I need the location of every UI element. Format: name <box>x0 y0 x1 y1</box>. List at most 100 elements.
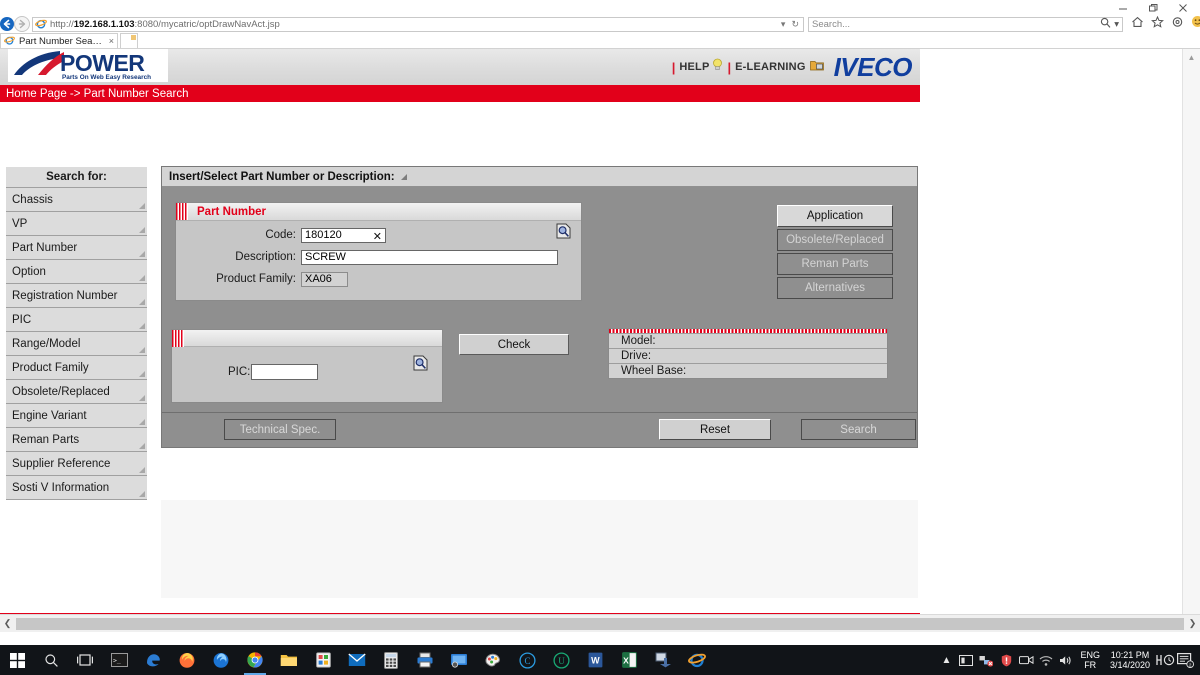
tab-favicon-icon <box>4 35 16 47</box>
sidebar-item-range-model[interactable]: Range/Model <box>6 332 147 356</box>
chevron-up-icon[interactable]: ▲ <box>936 645 956 675</box>
sidebar-item-vp[interactable]: VP <box>6 212 147 236</box>
clear-code-icon[interactable]: ✕ <box>373 229 382 244</box>
download-icon[interactable] <box>646 645 680 675</box>
restore-icon[interactable] <box>1138 0 1168 16</box>
copyright-app-icon[interactable]: C <box>510 645 544 675</box>
horizontal-scroll-thumb[interactable] <box>16 618 1184 630</box>
calculator-icon[interactable] <box>374 645 408 675</box>
product-family-input[interactable]: XA06 <box>301 272 348 287</box>
sidebar-title: Search for: <box>6 167 147 188</box>
camera-icon[interactable] <box>1016 645 1036 675</box>
paint-icon[interactable] <box>476 645 510 675</box>
technical-spec-button: Technical Spec. <box>224 419 336 440</box>
favorites-icon[interactable] <box>1151 15 1164 33</box>
excel-icon[interactable]: X <box>612 645 646 675</box>
sidebar-item-part-number[interactable]: Part Number <box>6 236 147 260</box>
meet-now-icon[interactable] <box>1156 645 1176 675</box>
sidebar-item-registration-number[interactable]: Registration Number <box>6 284 147 308</box>
printer-icon[interactable] <box>408 645 442 675</box>
scroll-left-icon[interactable]: ❮ <box>0 615 15 632</box>
elearning-icon <box>810 58 824 76</box>
collapse-triangle-icon[interactable] <box>401 174 407 180</box>
tab-part-number-search[interactable]: Part Number Search × <box>0 33 118 48</box>
refresh-icon[interactable]: ↻ <box>791 19 799 30</box>
mail-icon[interactable] <box>340 645 374 675</box>
sidebar-item-sosti-v-information[interactable]: Sosti V Information <box>6 476 147 500</box>
notifications-icon[interactable]: 2 <box>1176 645 1196 675</box>
language-line-1: ENG <box>1080 650 1100 660</box>
horizontal-scrollbar[interactable]: ❮ ❯ <box>0 614 1200 632</box>
sidebar-item-reman-parts[interactable]: Reman Parts <box>6 428 147 452</box>
chrome-icon[interactable] <box>238 645 272 675</box>
svg-text:C: C <box>524 656 530 666</box>
breadcrumb[interactable]: Home Page -> Part Number Search <box>6 88 188 100</box>
application-button[interactable]: Application <box>777 205 893 227</box>
network-icon[interactable] <box>976 645 996 675</box>
help-link[interactable]: HELP <box>679 61 709 73</box>
svg-text:>_: >_ <box>113 657 121 665</box>
close-icon[interactable] <box>1168 0 1198 16</box>
screen: http://192.168.1.103:8080/mycatric/optDr… <box>0 0 1200 675</box>
sidebar-item-chassis[interactable]: Chassis <box>6 188 147 212</box>
wifi-icon[interactable] <box>1036 645 1056 675</box>
scroll-right-icon[interactable]: ❯ <box>1185 615 1200 632</box>
new-tab-button[interactable] <box>120 33 138 48</box>
clock[interactable]: 10:21 PM 3/14/2020 <box>1104 645 1156 675</box>
panel-title-bar: Insert/Select Part Number or Description… <box>162 167 917 187</box>
elearning-link[interactable]: E-LEARNING <box>735 61 805 73</box>
security-icon[interactable] <box>996 645 1016 675</box>
language-indicator[interactable]: ENG FR <box>1076 645 1104 675</box>
edge-icon[interactable] <box>136 645 170 675</box>
volume-icon[interactable] <box>1056 645 1076 675</box>
scroll-up-icon[interactable]: ▲ <box>1183 49 1200 66</box>
waterfox-icon[interactable] <box>204 645 238 675</box>
firefox-icon[interactable] <box>170 645 204 675</box>
search-input[interactable]: Search... ▾ <box>808 17 1123 32</box>
code-input[interactable]: 180120 ✕ <box>301 228 386 243</box>
sidebar-item-pic[interactable]: PIC <box>6 308 147 332</box>
file-explorer-icon[interactable] <box>272 645 306 675</box>
search-panel: Insert/Select Part Number or Description… <box>161 166 918 448</box>
pic-lookup-magnifier-icon[interactable] <box>413 355 428 376</box>
svg-text:POWER: POWER <box>60 50 145 76</box>
sidebar-item-supplier-reference[interactable]: Supplier Reference <box>6 452 147 476</box>
minimize-icon[interactable] <box>1108 0 1138 16</box>
word-icon[interactable]: W <box>578 645 612 675</box>
svg-text:U: U <box>558 656 565 666</box>
sidebar-item-label: Option <box>12 266 46 278</box>
start-icon[interactable] <box>0 645 34 675</box>
sidebar-item-obsolete-replaced[interactable]: Obsolete/Replaced <box>6 380 147 404</box>
terminal-icon[interactable]: >_ <box>102 645 136 675</box>
description-input[interactable]: SCREW <box>301 250 558 265</box>
sidebar-item-engine-variant[interactable]: Engine Variant <box>6 404 147 428</box>
smiley-icon[interactable] <box>1191 15 1200 33</box>
iexplore-icon[interactable] <box>680 645 714 675</box>
code-lookup-magnifier-icon[interactable] <box>556 223 571 244</box>
search-icon[interactable] <box>34 645 68 675</box>
search-icon[interactable] <box>1100 17 1111 31</box>
tools-icon[interactable] <box>1171 15 1184 33</box>
store-icon[interactable] <box>306 645 340 675</box>
task-view-icon[interactable] <box>68 645 102 675</box>
display-icon[interactable] <box>956 645 976 675</box>
chevron-down-icon[interactable]: ▾ <box>1114 19 1119 30</box>
tab-close-icon[interactable]: × <box>105 36 114 46</box>
header-links: | HELP | E-LEARNING IVECO <box>668 49 920 85</box>
sidebar-item-option[interactable]: Option <box>6 260 147 284</box>
reset-button[interactable]: Reset <box>659 419 771 440</box>
u-app-icon[interactable]: U <box>544 645 578 675</box>
remote-desktop-icon[interactable] <box>442 645 476 675</box>
vertical-scrollbar[interactable]: ▲ ▼ <box>1182 49 1200 632</box>
search-placeholder: Search... <box>812 19 850 30</box>
pic-input[interactable] <box>251 364 318 380</box>
home-icon[interactable] <box>1131 15 1144 33</box>
check-button[interactable]: Check <box>459 334 569 355</box>
pic-label: PIC: <box>228 366 250 378</box>
sidebar-item-product-family[interactable]: Product Family <box>6 356 147 380</box>
iveco-brand: IVECO <box>834 54 912 80</box>
forward-button[interactable] <box>14 16 30 32</box>
dropdown-icon[interactable]: ▾ <box>781 19 786 30</box>
back-button[interactable] <box>0 16 14 32</box>
address-bar[interactable]: http://192.168.1.103:8080/mycatric/optDr… <box>32 17 804 32</box>
